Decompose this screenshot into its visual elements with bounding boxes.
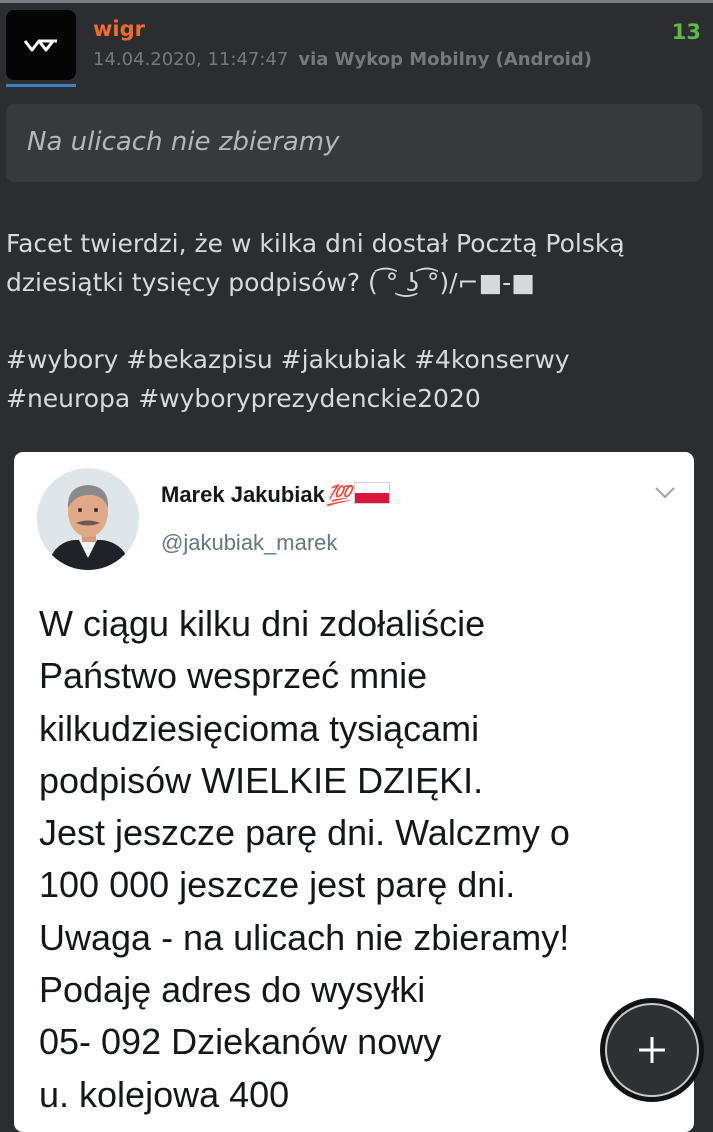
post-body: Facet twierdzi, że w kilka dni dostał Po…: [6, 224, 706, 302]
avatar-gender-bar: [6, 84, 76, 87]
hundred-points-icon: 💯: [326, 485, 352, 507]
post-body-line: dziesiątki tysięcy podpisów? ( ͡° ͜ʖ ͡°)…: [6, 268, 535, 297]
post-meta: 14.04.2020, 11:47:47 via Wykop Mobilny (A…: [93, 49, 592, 70]
tag-link[interactable]: #wybory: [6, 345, 118, 374]
tag-link[interactable]: #wyboryprezydenckie2020: [138, 384, 481, 413]
tag-link[interactable]: #neuropa: [6, 384, 130, 413]
tweet-text-line: Podaję adres do wysyłki: [39, 969, 426, 1011]
tag-link[interactable]: #jakubiak: [281, 345, 406, 374]
quote-block: Na ulicach nie zbieramy: [6, 104, 702, 182]
tag-link[interactable]: #4konserwy: [414, 345, 570, 374]
post-body-line: Facet twierdzi, że w kilka dni dostał Po…: [6, 229, 625, 258]
tweet-text-line: Uwaga - na ulicach nie zbieramy!: [39, 916, 570, 958]
person-photo: [37, 468, 139, 570]
tweet-author-name: Marek Jakubiak 💯: [161, 482, 390, 508]
tweet-text: W ciągu kilku dni zdołaliście Państwo we…: [39, 598, 679, 1121]
tweet-text-line: podpisów WIELKIE DZIĘKI.: [39, 759, 484, 801]
embedded-tweet-image[interactable]: Marek Jakubiak 💯 @jakubiak_marek W ciągu …: [14, 452, 694, 1132]
tweet-text-line: Jest jeszcze parę dni. Walczmy o: [39, 812, 570, 854]
add-entry-button[interactable]: [600, 998, 704, 1102]
post-date[interactable]: 14.04.2020, 11:47:47: [93, 49, 288, 70]
poland-flag-icon: [353, 482, 390, 504]
tag-list: #wybory #bekazpisu #jakubiak #4konserwy …: [6, 340, 706, 418]
tweet-text-line: 100 000 jeszcze jest parę dni.: [39, 864, 516, 906]
vote-count[interactable]: 13: [672, 20, 701, 44]
tweet-text-line: 05- 092 Dziekanów nowy: [39, 1021, 442, 1063]
entry-post: wigr 14.04.2020, 11:47:47 via Wykop Mobil…: [0, 0, 713, 1132]
tweet-author-avatar: [37, 468, 139, 570]
tweet-text-line: Państwo wesprzeć mnie: [39, 655, 428, 697]
quote-text: Na ulicach nie zbieramy: [27, 127, 340, 157]
avatar[interactable]: [6, 10, 76, 80]
tweet-text-line: kilkudziesięcioma tysiącami: [39, 707, 480, 749]
tweet-text-line: W ciągu kilku dni zdołaliście: [39, 603, 486, 644]
plus-icon: [639, 1037, 665, 1063]
author-name[interactable]: wigr: [93, 17, 145, 41]
post-via: via Wykop Mobilny (Android): [298, 49, 592, 70]
top-divider: [0, 0, 713, 3]
tweet-author-name-text: Marek Jakubiak: [161, 482, 325, 507]
wykop-logo-icon: [24, 39, 57, 52]
tag-link[interactable]: #bekazpisu: [126, 345, 272, 374]
chevron-down-icon: [655, 487, 675, 499]
tweet-author-handle: @jakubiak_marek: [161, 530, 338, 555]
tweet-text-line: u. kolejowa 400: [39, 1073, 290, 1115]
